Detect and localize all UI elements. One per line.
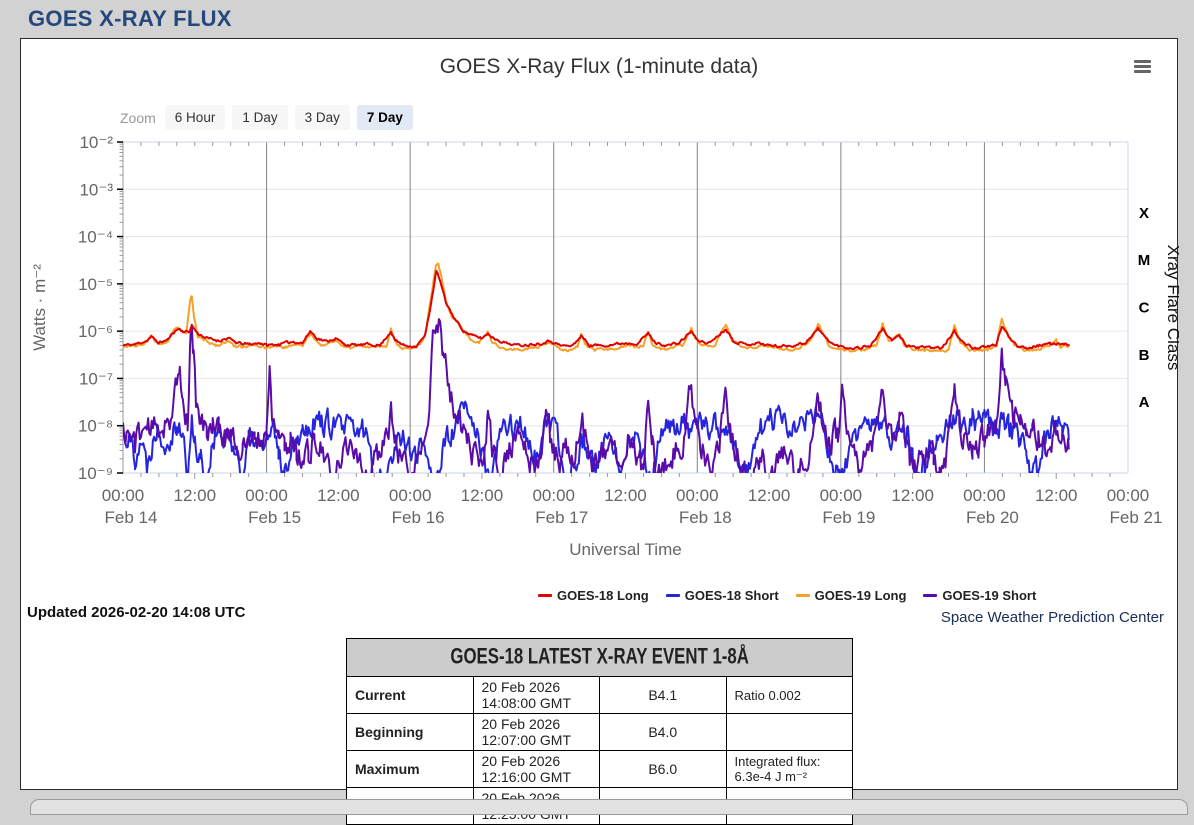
event-cell-class: B4.1 [599,676,727,714]
x-axis-day-label: Feb 16 [392,508,445,527]
flare-class-label-x: X [1139,205,1149,222]
flare-class-label-a: A [1139,394,1150,411]
x-axis-day-label: Feb 21 [1110,508,1163,527]
flare-class-label-m: M [1138,252,1151,269]
x-axis-time-label: 12:00 [604,486,647,505]
x-axis-title: Universal Time [569,540,681,559]
event-table-title: GOES-18 LATEST X-RAY EVENT 1-8Å [450,644,749,670]
event-row-beginning: Beginning 20 Feb 2026 12:07:00 GMT B4.0 [346,713,853,751]
legend-dash-icon [665,594,680,597]
event-cell-note: Integrated flux: 6.3e-4 J m⁻² [725,750,853,788]
event-cell-note: Ratio 0.002 [725,676,853,714]
legend-label: GOES-19 Long [814,588,907,603]
legend-item-goes-19-long[interactable]: GOES-19 Long [795,588,907,603]
updated-timestamp: Updated 2026-02-20 14:08 UTC [27,604,246,621]
event-cell-note [725,713,853,751]
chart-title: GOES X-Ray Flux (1-minute data) [439,55,759,78]
y-axis-title: Watts · m⁻² [30,264,49,351]
x-axis-time-label: 00:00 [963,486,1006,505]
x-axis-day-label: Feb 19 [822,508,875,527]
zoom-button-7-day[interactable]: 7 Day [356,105,413,130]
y-axis-tick-label: 10⁻⁴ [78,228,113,247]
legend-item-goes-18-long[interactable]: GOES-18 Long [538,588,649,603]
chart-panel: GOES X-Ray Flux (1-minute data) Zoom 6 H… [20,38,1179,825]
x-axis-day-label: Feb 18 [679,508,732,527]
series-goes-18-long [123,269,1070,351]
x-axis-time-label: 00:00 [820,486,863,505]
event-cell-class: B4.0 [599,713,727,751]
event-cell-label: Beginning [346,713,474,751]
x-axis-time-label: 00:00 [676,486,719,505]
event-cell-label: Maximum [346,750,474,788]
series-goes-19-long [123,262,1070,353]
goes-xray-flux-page: { "page": { "title": "GOES X-RAY FLUX", … [0,0,1194,825]
legend-dash-icon [538,594,552,597]
x-axis-time-label: 00:00 [389,486,432,505]
zoom-button-6-hour[interactable]: 6 Hour [164,105,226,130]
x-axis-time-label: 12:00 [1035,486,1078,505]
flare-class-label-b: B [1139,347,1150,364]
event-row-current: Current 20 Feb 2026 14:08:00 GMT B4.1 Ratio… [346,676,853,714]
y-axis-tick-label: 10⁻⁹ [78,464,113,483]
hamburger-icon[interactable] [1134,60,1151,73]
legend-label: GOES-18 Long [557,588,649,603]
x-axis-day-label: Feb 15 [248,508,301,527]
zoom-button-3-day[interactable]: 3 Day [294,105,350,130]
y-axis-tick-label: 10⁻⁵ [78,275,113,294]
y-axis-tick-label: 10⁻³ [79,180,113,199]
next-section-top-edge [30,799,1188,815]
flare-class-label-c: C [1139,300,1150,317]
latest-xray-event-table: GOES-18 LATEST X-RAY EVENT 1-8Å Current 2… [346,638,853,825]
event-row-maximum: Maximum 20 Feb 2026 12:16:00 GMT B6.0 Integ… [346,750,853,788]
x-axis-day-label: Feb 17 [535,508,588,527]
legend-dash-icon [923,594,938,597]
x-axis-time-label: 00:00 [532,486,575,505]
y-axis-tick-label: 10⁻⁸ [78,417,113,436]
legend-label: GOES-18 Short [684,588,779,603]
chart-legend: GOES-18 Long GOES-18 Short GOES-19 Long GOE… [538,588,1036,603]
x-axis-time-label: 12:00 [174,486,217,505]
event-cell-class: B6.0 [599,750,727,788]
x-axis-day-label: Feb 20 [966,508,1019,527]
y-axis-tick-label: 10⁻² [79,134,113,152]
page-title: GOES X-RAY FLUX [28,6,232,31]
credit-link[interactable]: Space Weather Prediction Center [941,609,1164,626]
x-axis-time-label: 12:00 [748,486,791,505]
event-cell-time: 20 Feb 2026 12:07:00 GMT [472,713,600,751]
y-axis-tick-label: 10⁻⁶ [78,322,113,341]
event-cell-time: 20 Feb 2026 12:16:00 GMT [472,750,600,788]
x-axis-time-label: 12:00 [891,486,934,505]
x-axis-time-label: 00:00 [245,486,288,505]
x-axis-time-label: 00:00 [102,486,145,505]
x-axis-time-label: 00:00 [1107,486,1150,505]
zoom-button-1-day[interactable]: 1 Day [232,105,288,130]
legend-label: GOES-19 Short [942,588,1037,603]
zoom-label: Zoom [120,109,156,126]
right-axis-title: Xray Flare Class [1164,245,1179,371]
x-axis-day-label: Feb 14 [105,508,158,527]
event-cell-label: Current [346,676,474,714]
y-axis-tick-label: 10⁻⁷ [79,369,113,388]
event-cell-time: 20 Feb 2026 14:08:00 GMT [472,676,600,714]
x-axis-time-label: 12:00 [461,486,504,505]
x-axis-time-label: 12:00 [317,486,360,505]
xray-flux-chart: 10⁻² 10⁻³ 10⁻⁴ 10⁻⁵ 10⁻⁶ 10⁻⁷ 10⁻⁸ 10⁻⁹ Watts · … [30,134,1179,559]
legend-dash-icon [795,594,810,597]
zoom-controls: Zoom 6 Hour 1 Day 3 Day 7 Day [120,105,413,130]
legend-item-goes-18-short[interactable]: GOES-18 Short [665,588,779,603]
legend-item-goes-19-short[interactable]: GOES-19 Short [923,588,1036,603]
